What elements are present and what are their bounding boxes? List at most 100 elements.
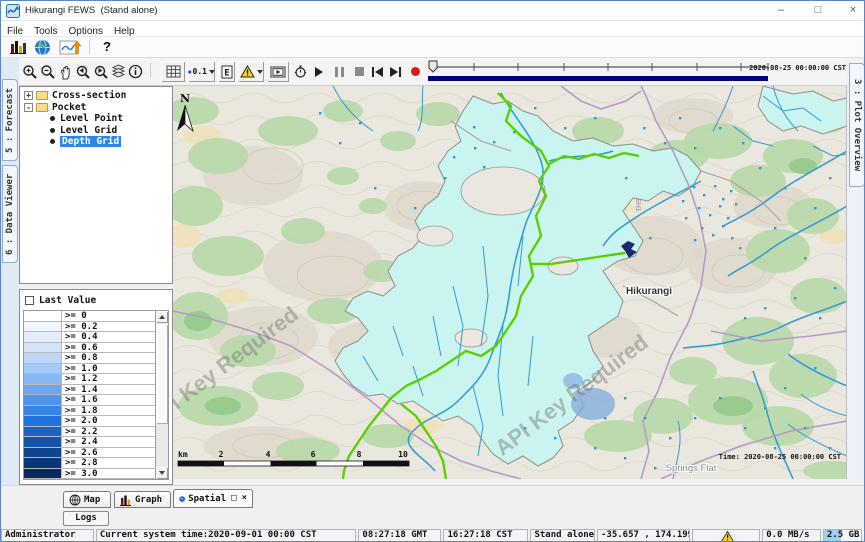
tree-item-level-point[interactable]: Level Point (20, 113, 172, 125)
threshold-dropdown[interactable]: 0.1 (188, 61, 215, 82)
main-toolbar: ? (1, 37, 864, 58)
legend-row[interactable]: >= 1.4 (24, 385, 155, 396)
legend-row[interactable]: >= 2.8 (24, 458, 155, 469)
record-button[interactable] (407, 61, 423, 82)
status-mode: Stand alone (530, 529, 595, 542)
stop-button[interactable] (351, 61, 367, 82)
skip-to-end-button[interactable] (387, 61, 403, 82)
zoom-previous-button[interactable] (74, 61, 92, 82)
skip-end-icon (390, 67, 401, 77)
scrollbar-thumb[interactable] (156, 324, 168, 424)
legend-table: >= 0>= 0.2>= 0.4>= 0.6>= 0.8>= 1.0>= 1.2… (23, 310, 169, 480)
zoom-next-button[interactable] (92, 61, 110, 82)
threshold-value: 0.1 (193, 67, 207, 76)
legend-row[interactable]: >= 0.6 (24, 343, 155, 354)
zoom-out-button[interactable] (39, 61, 57, 82)
triangle-up-icon (159, 315, 165, 319)
legend-row[interactable]: >= 0.4 (24, 332, 155, 343)
animation-settings-button[interactable] (291, 61, 309, 82)
timeline-handle[interactable] (429, 61, 437, 72)
status-gmt-time: 08:27:18 GMT (358, 529, 441, 542)
spatial-layer-tree: +Cross-section-PocketLevel PointLevel Gr… (19, 86, 173, 284)
map-view[interactable]: API Key Required API Key Required SH1 Hi… (173, 86, 847, 479)
window-title: Hikurangi FEWS (Stand alone) (25, 5, 158, 16)
scroll-down-button[interactable] (156, 467, 168, 479)
info-icon (128, 64, 143, 79)
grid-display-button[interactable] (161, 61, 185, 82)
legend-row[interactable]: >= 1.6 (24, 395, 155, 406)
legend-row[interactable]: >= 0 (24, 311, 155, 322)
legend-row[interactable]: >= 1.2 (24, 374, 155, 385)
label-toggle-button[interactable]: E (218, 61, 235, 82)
tab-close-icon[interactable]: × (242, 494, 247, 503)
explorer-button[interactable] (7, 39, 29, 55)
minimize-button[interactable]: – (767, 1, 795, 20)
timeseries-dialog-button[interactable] (58, 39, 82, 56)
info-button[interactable] (126, 61, 144, 82)
maximize-button[interactable]: □ (804, 1, 832, 20)
map-display-button[interactable] (33, 39, 52, 56)
scroll-up-button[interactable] (156, 311, 168, 323)
last-value-checkbox[interactable] (25, 296, 34, 305)
legend-row[interactable]: >= 2.0 (24, 416, 155, 427)
warning-dropdown[interactable] (238, 61, 264, 82)
legend-row[interactable]: >= 2.6 (24, 448, 155, 459)
tree-item-label: Depth Grid (60, 136, 121, 147)
tab-maximize-icon[interactable]: □ (231, 494, 236, 503)
tab-graph[interactable]: Graph (114, 491, 171, 508)
close-button[interactable]: × (839, 1, 865, 20)
skip-start-icon (372, 67, 383, 77)
legend-row-label: >= 0.6 (62, 343, 98, 353)
help-button[interactable]: ? (99, 39, 115, 54)
layer-node-icon (50, 139, 55, 144)
tree-item-depth-grid[interactable]: Depth Grid (20, 136, 172, 148)
pause-button[interactable] (331, 61, 347, 82)
legend-swatch (24, 332, 62, 342)
left-panel-tab-0[interactable]: 5 : Forecast (2, 79, 18, 161)
tab-spatial[interactable]: Spatial□× (173, 489, 253, 508)
zoom-in-button[interactable] (21, 61, 39, 82)
legend-row[interactable]: >= 0.2 (24, 322, 155, 333)
legend-row[interactable]: >= 3.0 (24, 469, 155, 480)
legend-row[interactable]: >= 3.2 (24, 479, 155, 480)
legend-row[interactable]: >= 1.0 (24, 364, 155, 375)
legend-swatch (24, 469, 62, 479)
map-time-stamp: Time: 2020-08-25 00:00:00 CST (719, 453, 841, 461)
legend-scrollbar[interactable] (155, 311, 168, 479)
pan-hand-icon (58, 64, 73, 80)
grid-icon (166, 65, 181, 78)
tree-item-level-grid[interactable]: Level Grid (20, 125, 172, 137)
legend-row-label: >= 3.2 (62, 479, 98, 480)
zoom-next-icon (93, 64, 109, 80)
legend-row[interactable]: >= 2.2 (24, 427, 155, 438)
expand-icon[interactable]: + (24, 91, 33, 100)
map-toolbar: 0.1 E (19, 58, 847, 86)
label-box-icon: E (221, 65, 233, 79)
place-label-springs-flat: Springs Flat (666, 463, 717, 474)
legend-row[interactable]: >= 2.4 (24, 437, 155, 448)
tab-label: Graph (135, 495, 162, 505)
collapse-icon[interactable]: - (24, 103, 33, 112)
tab-map[interactable]: Map (63, 491, 111, 508)
tree-item-cross-section[interactable]: +Cross-section (20, 90, 172, 102)
legend-row[interactable]: >= 1.8 (24, 406, 155, 417)
legend-header: Last Value (20, 290, 172, 310)
right-panel-tab-0[interactable]: 3 : Plot Overview (849, 63, 865, 187)
zoom-previous-icon (75, 64, 91, 80)
layers-button[interactable] (110, 61, 126, 82)
layer-node-icon (50, 116, 55, 121)
legend-row[interactable]: >= 0.8 (24, 353, 155, 364)
zoom-out-icon (40, 64, 56, 80)
logs-button[interactable]: Logs (63, 511, 109, 526)
globe-icon (34, 39, 51, 56)
tree-item-pocket[interactable]: -Pocket (20, 102, 172, 114)
left-panel-tab-1[interactable]: 6 : Data Viewer (2, 165, 18, 263)
legend-swatch (24, 311, 62, 321)
status-user: Administrator (1, 529, 94, 542)
pan-button[interactable] (57, 61, 73, 82)
svg-text:N: N (180, 92, 190, 105)
skip-to-start-button[interactable] (369, 61, 385, 82)
timeline-slider[interactable] (425, 59, 771, 85)
animation-export-button[interactable] (267, 61, 289, 82)
play-button[interactable] (311, 61, 327, 82)
